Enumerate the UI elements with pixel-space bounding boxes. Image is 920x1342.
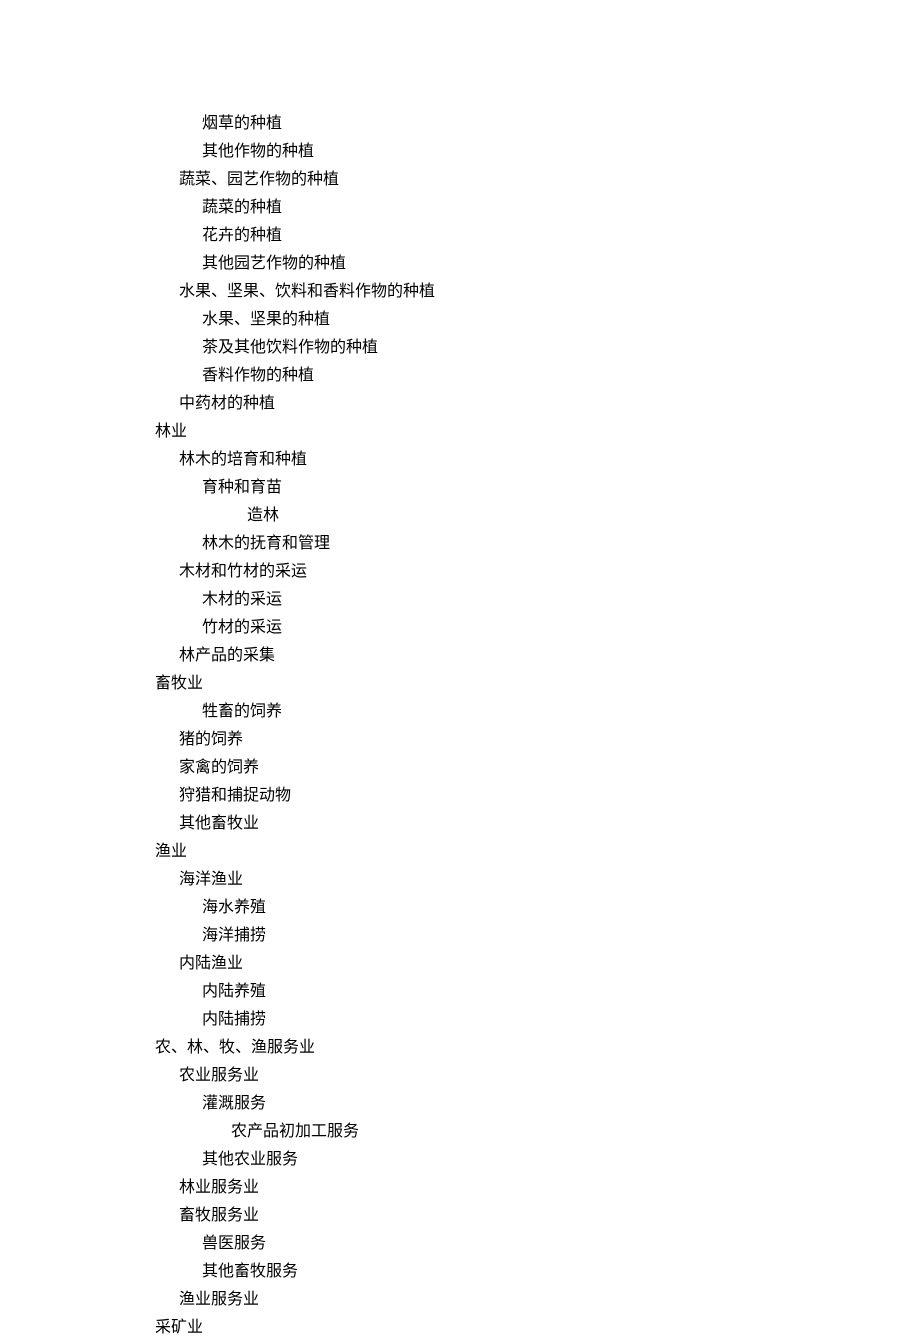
list-item: 内陆养殖 (155, 978, 920, 1006)
list-item: 内陆捕捞 (155, 1006, 920, 1034)
list-item: 蔬菜的种植 (155, 194, 920, 222)
list-item: 兽医服务 (155, 1230, 920, 1258)
list-item: 造林 (155, 502, 920, 530)
list-item: 林木的抚育和管理 (155, 530, 920, 558)
list-item: 海洋捕捞 (155, 922, 920, 950)
list-item: 烟草的种植 (155, 110, 920, 138)
list-item: 林木的培育和种植 (155, 446, 920, 474)
list-item: 育种和育苗 (155, 474, 920, 502)
list-item: 采矿业 (155, 1314, 920, 1342)
list-item: 林产品的采集 (155, 642, 920, 670)
list-item: 茶及其他饮料作物的种植 (155, 334, 920, 362)
list-item: 木材和竹材的采运 (155, 558, 920, 586)
list-item: 灌溉服务 (155, 1090, 920, 1118)
list-item: 家禽的饲养 (155, 754, 920, 782)
list-item: 水果、坚果、饮料和香料作物的种植 (155, 278, 920, 306)
list-item: 海洋渔业 (155, 866, 920, 894)
list-item: 其他畜牧业 (155, 810, 920, 838)
list-item: 其他畜牧服务 (155, 1258, 920, 1286)
list-item: 木材的采运 (155, 586, 920, 614)
list-item: 香料作物的种植 (155, 362, 920, 390)
list-item: 牲畜的饲养 (155, 698, 920, 726)
list-item: 内陆渔业 (155, 950, 920, 978)
list-item: 水果、坚果的种植 (155, 306, 920, 334)
list-item: 竹材的采运 (155, 614, 920, 642)
list-item: 花卉的种植 (155, 222, 920, 250)
list-item: 畜牧服务业 (155, 1202, 920, 1230)
list-item: 猪的饲养 (155, 726, 920, 754)
list-item: 畜牧业 (155, 670, 920, 698)
list-item: 狩猎和捕捉动物 (155, 782, 920, 810)
list-item: 农产品初加工服务 (155, 1118, 920, 1146)
list-item: 其他作物的种植 (155, 138, 920, 166)
list-item: 农、林、牧、渔服务业 (155, 1034, 920, 1062)
list-item: 蔬菜、园艺作物的种植 (155, 166, 920, 194)
list-item: 农业服务业 (155, 1062, 920, 1090)
list-item: 其他农业服务 (155, 1146, 920, 1174)
list-item: 海水养殖 (155, 894, 920, 922)
list-item: 其他园艺作物的种植 (155, 250, 920, 278)
list-item: 林业服务业 (155, 1174, 920, 1202)
list-item: 渔业 (155, 838, 920, 866)
list-item: 渔业服务业 (155, 1286, 920, 1314)
list-item: 中药材的种植 (155, 390, 920, 418)
document-container: 烟草的种植其他作物的种植蔬菜、园艺作物的种植蔬菜的种植花卉的种植其他园艺作物的种… (155, 110, 920, 1342)
list-item: 林业 (155, 418, 920, 446)
